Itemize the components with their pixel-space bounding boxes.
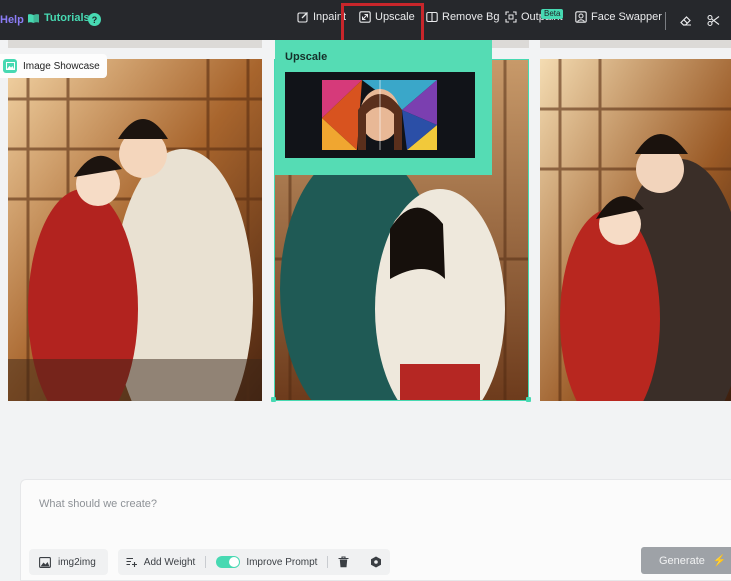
group-divider <box>205 556 207 568</box>
book-icon <box>28 13 39 23</box>
tool-inpaint[interactable]: Inpaint <box>297 11 346 23</box>
resize-handle[interactable] <box>271 397 276 402</box>
tool-face-swapper-label: Face Swapper <box>591 11 662 23</box>
tool-remove-bg[interactable]: Remove Bg <box>426 11 499 23</box>
prompt-panel: img2img Add Weight Improve Prompt <box>20 479 731 581</box>
image-icon <box>3 59 17 73</box>
toggle-switch[interactable] <box>216 556 241 568</box>
lightning-icon: ⚡ <box>712 555 727 567</box>
improve-prompt-toggle[interactable]: Improve Prompt <box>216 556 317 568</box>
tutorials-link[interactable]: Tutorials <box>27 12 90 24</box>
face-frame-icon <box>575 11 587 23</box>
upscale-preview-image <box>285 72 475 158</box>
previous-image-strip[interactable] <box>540 40 731 48</box>
prompt-controls: img2img Add Weight Improve Prompt <box>29 549 391 575</box>
scissors-icon[interactable] <box>707 14 720 27</box>
split-frame-icon <box>426 11 438 23</box>
add-weight-label: Add Weight <box>143 556 196 568</box>
help-link[interactable]: Help <box>0 14 24 26</box>
img2img-button[interactable]: img2img <box>29 549 108 575</box>
img2img-label: img2img <box>58 556 96 568</box>
toolbar-divider <box>665 12 666 30</box>
prompt-options-group: Add Weight Improve Prompt <box>117 549 391 575</box>
image-showcase-label: Image Showcase <box>23 60 100 72</box>
prompt-input[interactable] <box>39 498 599 510</box>
pencil-square-icon <box>297 12 308 23</box>
image-showcase-tag[interactable]: Image Showcase <box>0 54 107 78</box>
showcase-image[interactable] <box>540 59 731 401</box>
settings-hex-icon[interactable] <box>370 556 382 568</box>
improve-prompt-label: Improve Prompt <box>246 556 318 568</box>
upscale-popover: Upscale <box>275 40 492 175</box>
showcase-image[interactable] <box>8 59 262 401</box>
tool-face-swapper[interactable]: Face Swapper <box>575 11 662 23</box>
add-weight-button[interactable]: Add Weight <box>126 556 196 568</box>
beta-badge: Beta <box>541 9 564 19</box>
generate-button[interactable]: Generate ⚡ 3( <box>641 547 731 574</box>
tutorials-label: Tutorials <box>44 12 90 24</box>
previous-image-strip[interactable] <box>8 40 262 48</box>
image-icon <box>39 556 51 568</box>
eraser-icon[interactable] <box>679 14 692 27</box>
expand-frame-icon <box>505 11 517 23</box>
resize-handle[interactable] <box>526 397 531 402</box>
popover-title: Upscale <box>285 51 328 63</box>
tool-remove-bg-label: Remove Bg <box>442 11 500 23</box>
group-divider <box>327 556 329 568</box>
help-question-icon[interactable]: ? <box>88 13 101 26</box>
trash-icon[interactable] <box>338 556 349 568</box>
add-weight-icon <box>126 557 137 567</box>
generate-label: Generate <box>659 554 705 567</box>
top-toolbar: Help Tutorials ? Inpaint Upscale Remove … <box>0 0 731 47</box>
